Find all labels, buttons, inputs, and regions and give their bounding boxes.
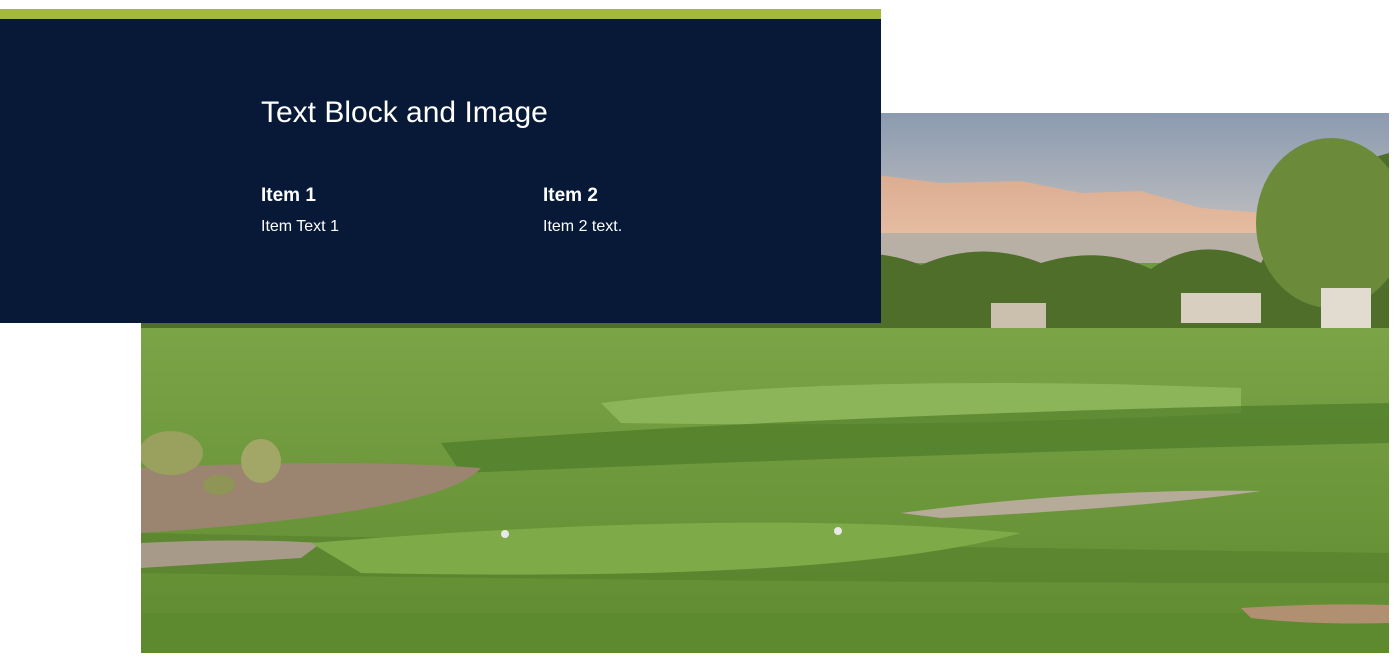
item-2-heading: Item 2 bbox=[543, 185, 598, 206]
item-1-text: Item Text 1 bbox=[261, 218, 339, 235]
item-2-text: Item 2 text. bbox=[543, 218, 623, 235]
section-title: Text Block and Image bbox=[261, 96, 548, 129]
item-column-1: Item 1 Item Text 1 bbox=[261, 185, 521, 237]
item-column-2: Item 2 Item 2 text. bbox=[543, 185, 803, 237]
text-block-panel: Text Block and Image Item 1 Item Text 1 … bbox=[0, 9, 881, 323]
item-1-heading: Item 1 bbox=[261, 185, 316, 206]
